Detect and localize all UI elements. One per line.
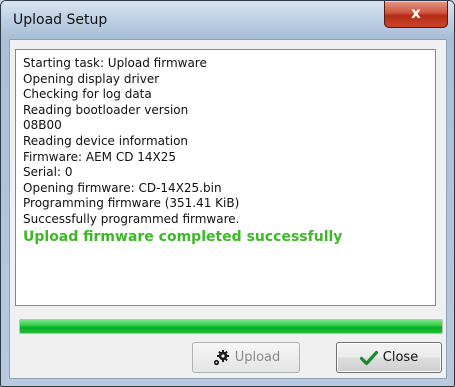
gear-icon: [212, 349, 230, 367]
log-line: Starting task: Upload firmware: [23, 56, 207, 70]
upload-button[interactable]: Upload: [192, 342, 300, 373]
upload-setup-dialog: Upload Setup x Starting task: Upload fir…: [0, 0, 455, 387]
check-icon: [359, 350, 378, 366]
log-line: Opening firmware: CD-14X25.bin: [23, 180, 222, 195]
log-line: 08B00: [23, 118, 62, 133]
log-line: Programming firmware (351.41 KiB): [23, 196, 240, 211]
log-line: Serial: 0: [23, 165, 73, 180]
window-title: Upload Setup: [13, 12, 108, 28]
upload-button-label: Upload: [234, 350, 281, 365]
progress-fill: [20, 320, 442, 333]
log-line: Checking for log data: [23, 87, 152, 102]
window-close-button[interactable]: x: [384, 1, 448, 28]
progress-bar: [19, 319, 443, 334]
log-line: Opening display driver: [23, 71, 160, 86]
log-line: Successfully programmed firmware.: [23, 211, 240, 226]
log-output[interactable]: Starting task: Upload firmware Opening d…: [15, 49, 436, 306]
close-button[interactable]: Close: [336, 342, 442, 373]
close-icon: x: [411, 4, 421, 22]
success-message: Upload firmware completed successfully: [23, 228, 343, 245]
log-line: Reading device information: [23, 133, 189, 148]
log-line: Firmware: AEM CD 14X25: [23, 149, 177, 164]
log-line: Reading bootloader version: [23, 102, 189, 117]
close-button-label: Close: [382, 350, 419, 365]
title-bar[interactable]: Upload Setup x: [1, 1, 454, 39]
dialog-body: Starting task: Upload firmware Opening d…: [9, 39, 447, 379]
